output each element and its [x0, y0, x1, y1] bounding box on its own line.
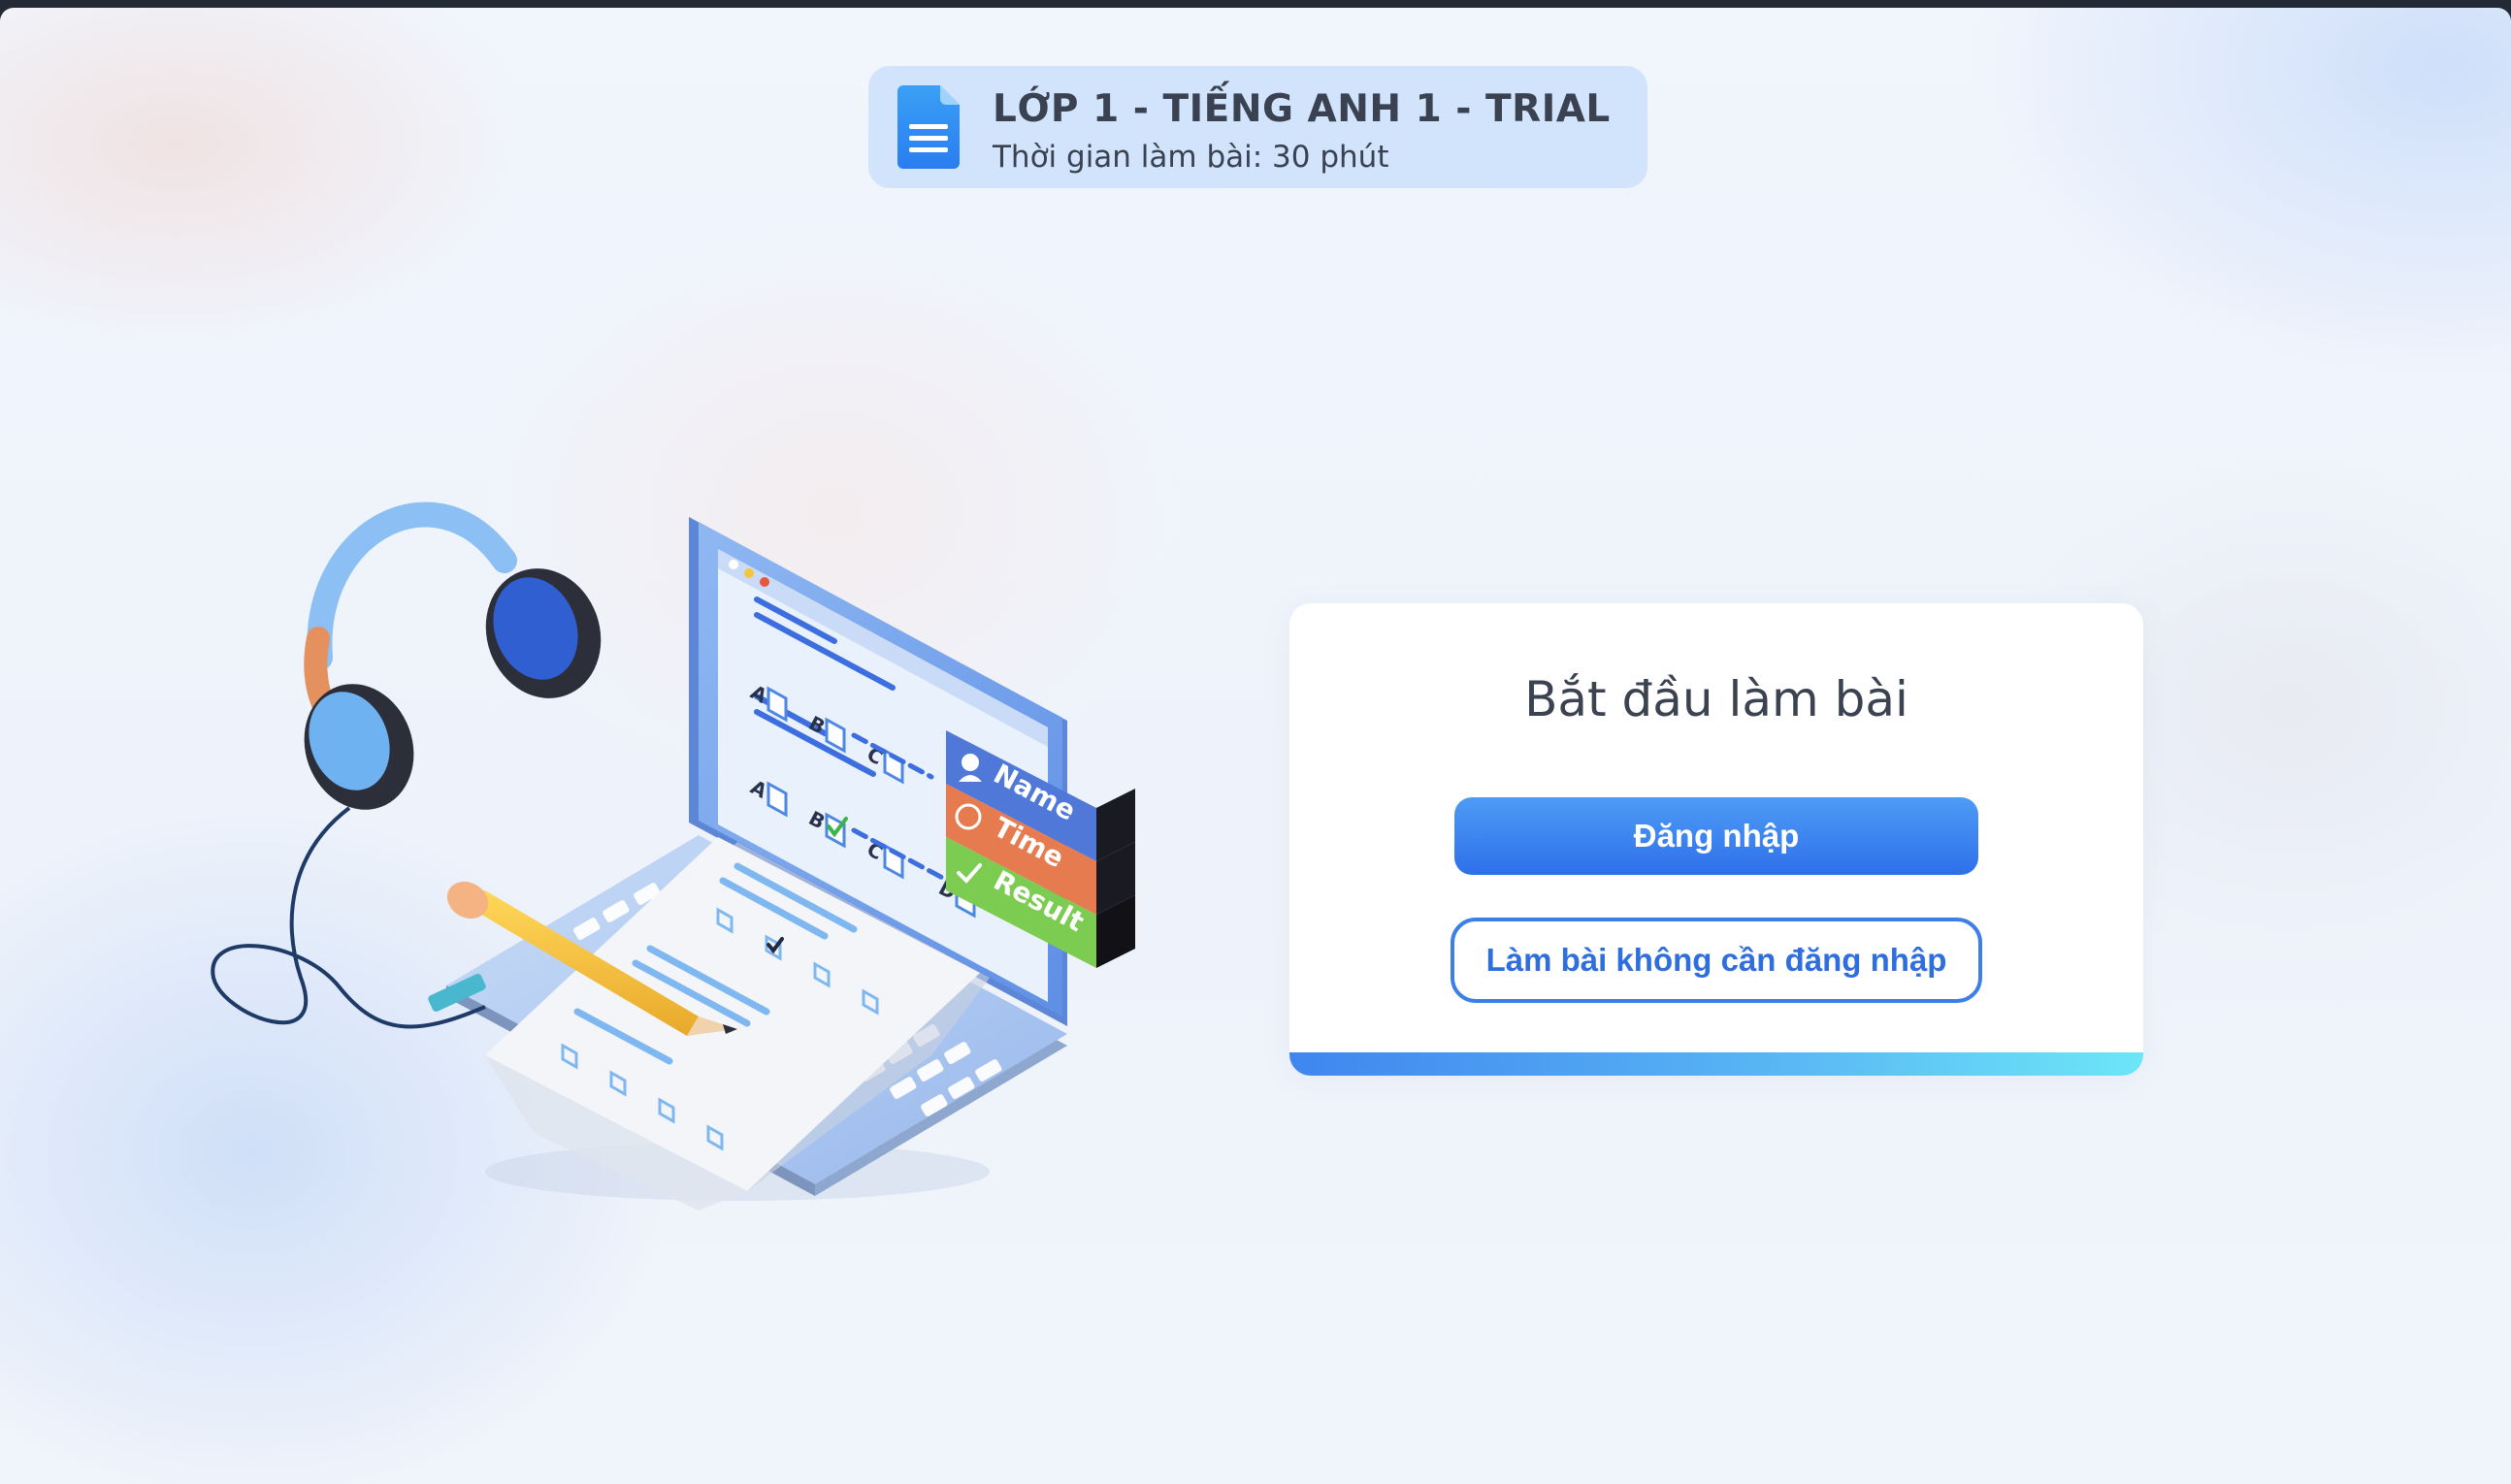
login-button[interactable]: Đăng nhập: [1454, 797, 1978, 875]
exam-duration: Thời gian làm bài: 30 phút: [993, 140, 1389, 175]
card-title: Bắt đầu làm bài: [1524, 671, 1908, 727]
page-background: LỚP 1 - TIẾNG ANH 1 - TRIAL Thời gian là…: [0, 8, 2511, 1484]
exam-illustration: A B C A B C D: [211, 501, 1135, 1210]
exam-header: LỚP 1 - TIẾNG ANH 1 - TRIAL Thời gian là…: [868, 66, 1647, 188]
card-accent-bar: [1289, 1052, 2143, 1076]
document-icon: [897, 85, 960, 169]
guest-start-button[interactable]: Làm bài không cần đăng nhập: [1451, 918, 1982, 1003]
start-card: Bắt đầu làm bài Đăng nhập Làm bài không …: [1289, 603, 2143, 1076]
exam-title: LỚP 1 - TIẾNG ANH 1 - TRIAL: [993, 87, 1611, 131]
